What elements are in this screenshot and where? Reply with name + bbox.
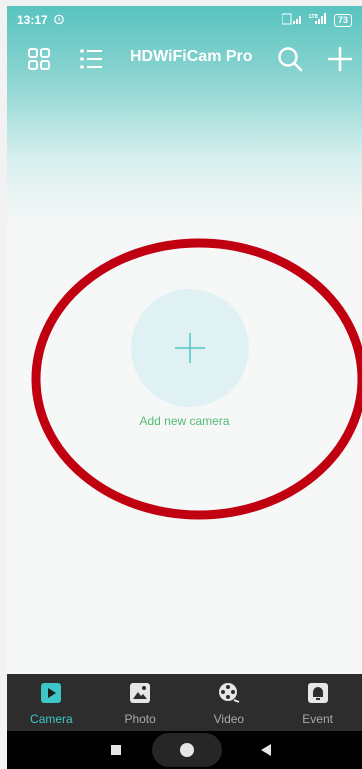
home-button[interactable]	[152, 733, 222, 767]
grid-view-icon[interactable]	[27, 47, 51, 71]
tab-event-label: Event	[302, 712, 333, 726]
tab-photo[interactable]: Photo	[96, 674, 185, 731]
battery-indicator: 73	[333, 13, 352, 27]
header-gradient	[7, 6, 362, 226]
tab-video[interactable]: Video	[185, 674, 274, 731]
lte-signal-icon: LTE	[309, 12, 329, 28]
add-camera-label[interactable]: Add new camera	[7, 414, 362, 428]
tab-photo-label: Photo	[124, 712, 156, 726]
tab-camera[interactable]: Camera	[7, 674, 96, 731]
plus-icon	[175, 333, 205, 363]
alarm-icon	[53, 13, 65, 28]
tab-event[interactable]: Event	[273, 674, 362, 731]
status-bar: 13:17 LTE 73	[7, 6, 362, 34]
bottom-tab-bar: Camera Photo Video Event	[7, 674, 362, 731]
search-icon[interactable]	[277, 46, 303, 72]
photo-icon	[129, 682, 151, 709]
status-time: 13:17	[17, 13, 48, 27]
app-title: HDWiFiCam Pro	[130, 48, 253, 65]
recents-button[interactable]	[111, 745, 121, 755]
tab-camera-label: Camera	[30, 712, 73, 726]
app-screen: 13:17 LTE 73 HDWiFiCam Pro Add new camer…	[7, 6, 362, 769]
video-reel-icon	[218, 682, 240, 709]
back-icon	[261, 744, 271, 756]
signal-icon	[281, 13, 304, 28]
add-icon[interactable]	[327, 46, 353, 72]
system-nav-bar	[7, 731, 362, 769]
app-bar: HDWiFiCam Pro	[7, 40, 362, 80]
add-camera-button[interactable]	[131, 289, 249, 407]
back-button[interactable]	[260, 743, 272, 762]
list-view-icon[interactable]	[79, 48, 103, 70]
home-icon	[180, 743, 194, 757]
tab-video-label: Video	[213, 712, 245, 726]
camera-play-icon	[40, 682, 62, 709]
bell-icon	[307, 682, 329, 709]
svg-text:LTE: LTE	[309, 14, 319, 20]
